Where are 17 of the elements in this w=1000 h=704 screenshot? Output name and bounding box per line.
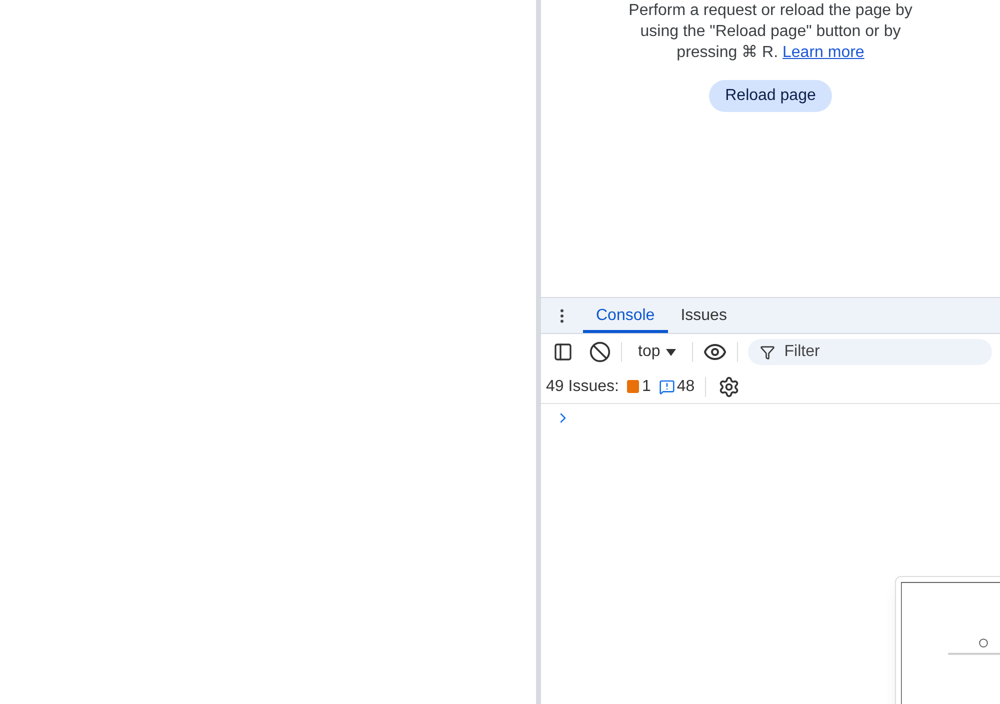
panel-tab[interactable]: Issues: [668, 298, 740, 333]
info-message-icon: [658, 378, 675, 394]
clear-console-icon[interactable]: [589, 341, 611, 363]
filter-field[interactable]: Filter: [748, 339, 992, 365]
issues-label: 49 Issues:: [546, 376, 619, 396]
network-message: Perform a request or reload the page by using the "Reload page" button or by pressing ⌘ R. Learn more: [628, 1, 914, 63]
filter-icon: [760, 345, 776, 360]
sidebar-toggle-icon[interactable]: [553, 342, 573, 362]
reload-page-button[interactable]: Reload page: [709, 80, 832, 112]
settings-icon[interactable]: [718, 376, 740, 398]
error-count[interactable]: 1: [642, 374, 651, 398]
error-issue-icon: [626, 380, 639, 393]
context-dropdown[interactable]: top: [632, 340, 682, 364]
panel-tab[interactable]: Console: [583, 298, 668, 333]
info-count[interactable]: 48: [676, 374, 695, 398]
caret-icon: [666, 348, 676, 356]
learn-more-link[interactable]: Learn more: [782, 44, 864, 61]
